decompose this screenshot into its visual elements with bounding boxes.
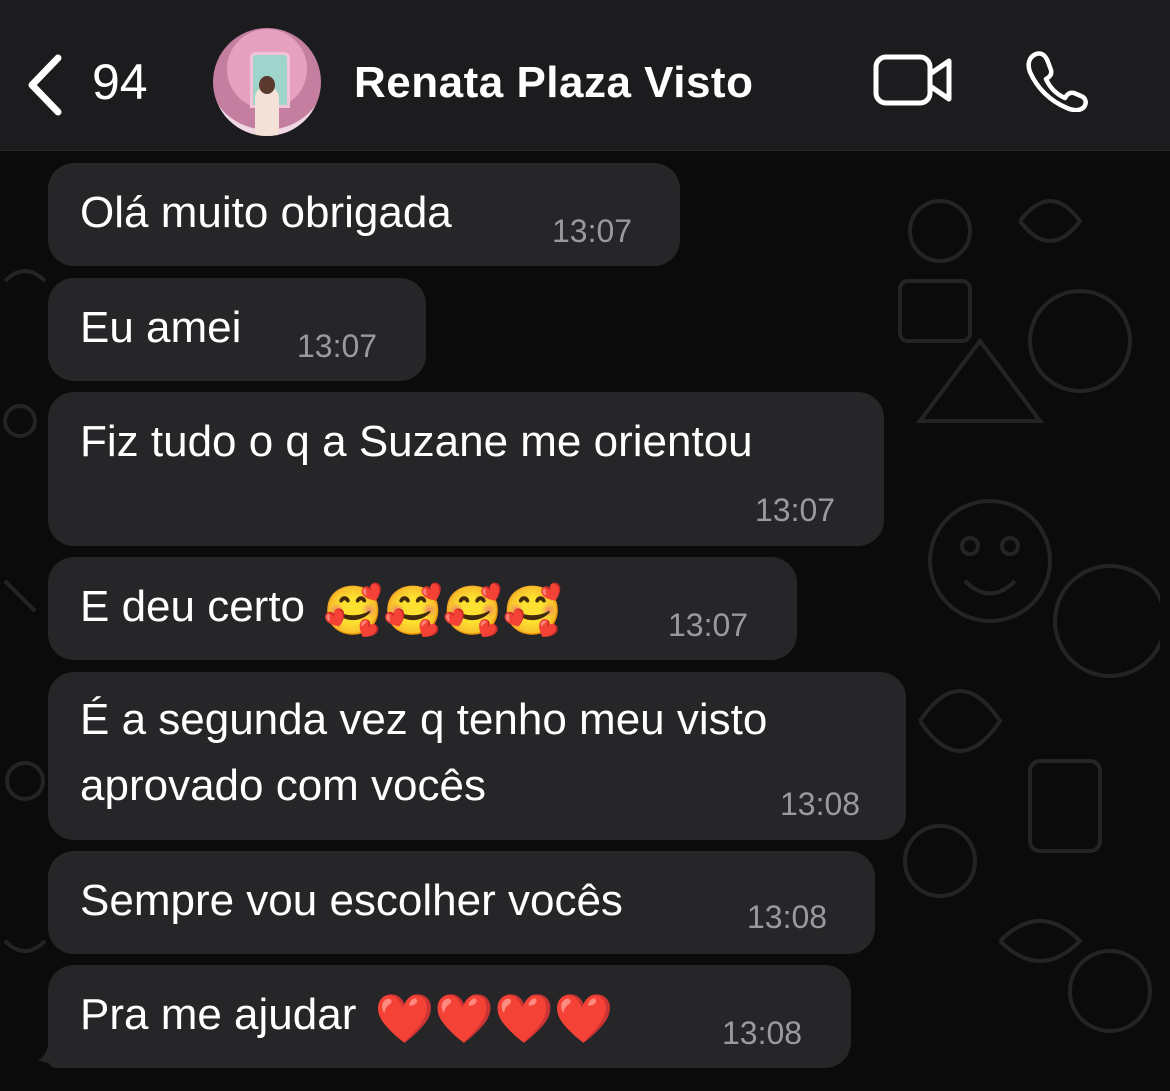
message-time: 13:08 bbox=[722, 1015, 803, 1051]
chevron-left-icon[interactable] bbox=[22, 50, 72, 120]
message-text-body: E deu certo bbox=[80, 582, 306, 631]
message-text: Sempre vou escolher vocês bbox=[80, 876, 623, 925]
message-bubble[interactable]: Pra me ajudar ❤️❤️❤️❤️ 13:08 bbox=[48, 965, 851, 1068]
emoji-red-hearts: ❤️❤️❤️❤️ bbox=[374, 993, 614, 1046]
message-bubble[interactable]: Eu amei 13:07 bbox=[48, 278, 426, 381]
message-text: Eu amei bbox=[80, 303, 242, 352]
message-text-line2: aprovado com vocês bbox=[80, 761, 486, 810]
message-text: E deu certo 🥰🥰🥰🥰 bbox=[80, 575, 562, 639]
chat-header: 94 Renata Plaza Visto bbox=[0, 0, 1170, 151]
message-time: 13:07 bbox=[297, 328, 378, 364]
message-time: 13:08 bbox=[747, 899, 828, 935]
unread-count[interactable]: 94 bbox=[92, 52, 148, 112]
message-text: Olá muito obrigada bbox=[80, 188, 452, 237]
message-bubble[interactable]: Fiz tudo o q a Suzane me orientou 13:07 bbox=[48, 392, 884, 546]
message-time: 13:07 bbox=[668, 607, 749, 643]
message-bubble[interactable]: E deu certo 🥰🥰🥰🥰 13:07 bbox=[48, 557, 797, 660]
bubble-tail bbox=[38, 1036, 66, 1064]
emoji-smiling-hearts: 🥰🥰🥰🥰 bbox=[323, 585, 563, 638]
message-text-line1: É a segunda vez q tenho meu visto bbox=[80, 695, 768, 744]
wallpaper-doodle-left bbox=[3, 269, 47, 953]
message-text-body: Pra me ajudar bbox=[80, 990, 357, 1039]
message-bubble[interactable]: Sempre vou escolher vocês 13:08 bbox=[48, 851, 875, 954]
message-time: 13:07 bbox=[552, 213, 633, 249]
phone-icon[interactable] bbox=[1024, 50, 1088, 112]
wallpaper-doodle bbox=[898, 199, 1160, 1033]
message-bubble[interactable]: Olá muito obrigada 13:07 bbox=[48, 163, 680, 266]
message-time: 13:07 bbox=[755, 492, 836, 528]
avatar[interactable] bbox=[213, 28, 321, 136]
message-time: 13:08 bbox=[780, 786, 861, 822]
contact-name[interactable]: Renata Plaza Visto bbox=[354, 55, 753, 111]
message-text: Pra me ajudar ❤️❤️❤️❤️ bbox=[80, 983, 614, 1047]
message-text: Fiz tudo o q a Suzane me orientou bbox=[80, 417, 753, 466]
video-camera-icon[interactable] bbox=[873, 52, 953, 108]
message-bubble[interactable]: É a segunda vez q tenho meu visto aprova… bbox=[48, 672, 906, 840]
